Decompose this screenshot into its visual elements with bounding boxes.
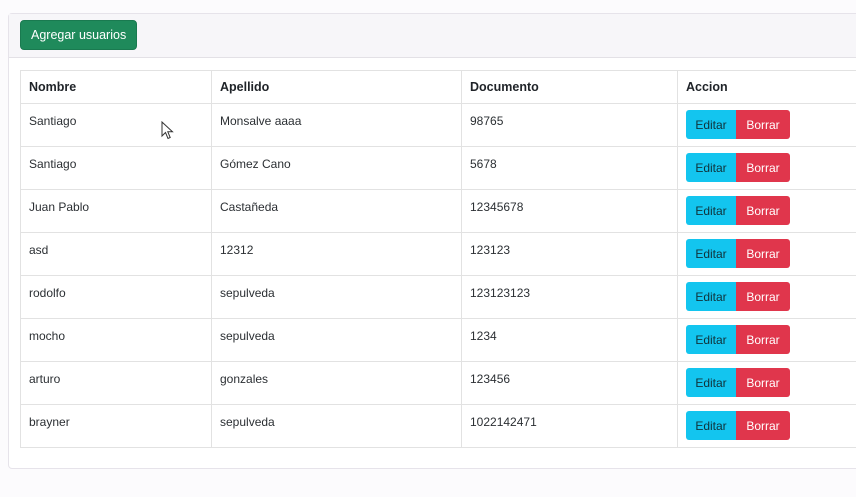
delete-button[interactable]: Borrar: [736, 411, 790, 440]
cell-actions: Editar Borrar: [677, 103, 856, 147]
cell-apellido: sepulveda: [211, 275, 462, 319]
edit-button[interactable]: Editar: [686, 368, 736, 397]
cell-actions: Editar Borrar: [677, 232, 856, 276]
cell-apellido: Castañeda: [211, 189, 462, 233]
header-accion: Accion: [677, 70, 856, 104]
delete-button[interactable]: Borrar: [736, 110, 790, 139]
table-body: Santiago Monsalve aaaa 98765 Editar Borr…: [20, 103, 856, 448]
edit-button[interactable]: Editar: [686, 282, 736, 311]
cell-nombre: Santiago: [20, 146, 212, 190]
cell-nombre: Juan Pablo: [20, 189, 212, 233]
delete-button[interactable]: Borrar: [736, 282, 790, 311]
table-row: Santiago Gómez Cano 5678 Editar Borrar: [20, 146, 856, 190]
cell-nombre: Santiago: [20, 103, 212, 147]
cell-nombre: rodolfo: [20, 275, 212, 319]
edit-button[interactable]: Editar: [686, 110, 736, 139]
cell-actions: Editar Borrar: [677, 146, 856, 190]
action-button-group: Editar Borrar: [686, 153, 790, 182]
cell-nombre: brayner: [20, 404, 212, 448]
cell-nombre: asd: [20, 232, 212, 276]
edit-button[interactable]: Editar: [686, 325, 736, 354]
table-row: rodolfo sepulveda 123123123 Editar Borra…: [20, 275, 856, 319]
cell-apellido: Gómez Cano: [211, 146, 462, 190]
table-row: arturo gonzales 123456 Editar Borrar: [20, 361, 856, 405]
cell-documento: 123456: [461, 361, 678, 405]
edit-button[interactable]: Editar: [686, 196, 736, 225]
cell-apellido: 12312: [211, 232, 462, 276]
cell-actions: Editar Borrar: [677, 275, 856, 319]
header-documento: Documento: [461, 70, 678, 104]
table-row: Juan Pablo Castañeda 12345678 Editar Bor…: [20, 189, 856, 233]
action-button-group: Editar Borrar: [686, 282, 790, 311]
cell-apellido: gonzales: [211, 361, 462, 405]
table-row: Santiago Monsalve aaaa 98765 Editar Borr…: [20, 103, 856, 147]
cell-documento: 123123: [461, 232, 678, 276]
table-header-row: Nombre Apellido Documento Accion: [20, 70, 856, 104]
action-button-group: Editar Borrar: [686, 368, 790, 397]
table-row: asd 12312 123123 Editar Borrar: [20, 232, 856, 276]
users-table-wrapper: Nombre Apellido Documento Accion Santiag…: [20, 70, 856, 448]
cell-documento: 1022142471: [461, 404, 678, 448]
delete-button[interactable]: Borrar: [736, 196, 790, 225]
edit-button[interactable]: Editar: [686, 153, 736, 182]
cell-actions: Editar Borrar: [677, 189, 856, 233]
action-button-group: Editar Borrar: [686, 196, 790, 225]
cell-documento: 5678: [461, 146, 678, 190]
card-header: Agregar usuarios: [9, 14, 856, 58]
cell-documento: 123123123: [461, 275, 678, 319]
cell-apellido: sepulveda: [211, 318, 462, 362]
cell-documento: 1234: [461, 318, 678, 362]
table-row: mocho sepulveda 1234 Editar Borrar: [20, 318, 856, 362]
header-nombre: Nombre: [20, 70, 212, 104]
cell-apellido: Monsalve aaaa: [211, 103, 462, 147]
cell-documento: 98765: [461, 103, 678, 147]
mouse-pointer-icon: [161, 121, 174, 140]
add-users-button[interactable]: Agregar usuarios: [20, 20, 138, 50]
delete-button[interactable]: Borrar: [736, 368, 790, 397]
users-card: Agregar usuarios Nombre Apellido Documen…: [8, 13, 856, 469]
delete-button[interactable]: Borrar: [736, 153, 790, 182]
action-button-group: Editar Borrar: [686, 411, 790, 440]
edit-button[interactable]: Editar: [686, 239, 736, 268]
cell-documento: 12345678: [461, 189, 678, 233]
cell-nombre: arturo: [20, 361, 212, 405]
delete-button[interactable]: Borrar: [736, 239, 790, 268]
cell-actions: Editar Borrar: [677, 404, 856, 448]
table-row: brayner sepulveda 1022142471 Editar Borr…: [20, 404, 856, 448]
action-button-group: Editar Borrar: [686, 239, 790, 268]
delete-button[interactable]: Borrar: [736, 325, 790, 354]
cell-actions: Editar Borrar: [677, 318, 856, 362]
users-table: Nombre Apellido Documento Accion Santiag…: [20, 70, 856, 448]
action-button-group: Editar Borrar: [686, 110, 790, 139]
cell-nombre: mocho: [20, 318, 212, 362]
edit-button[interactable]: Editar: [686, 411, 736, 440]
header-apellido: Apellido: [211, 70, 462, 104]
cell-actions: Editar Borrar: [677, 361, 856, 405]
action-button-group: Editar Borrar: [686, 325, 790, 354]
cell-apellido: sepulveda: [211, 404, 462, 448]
